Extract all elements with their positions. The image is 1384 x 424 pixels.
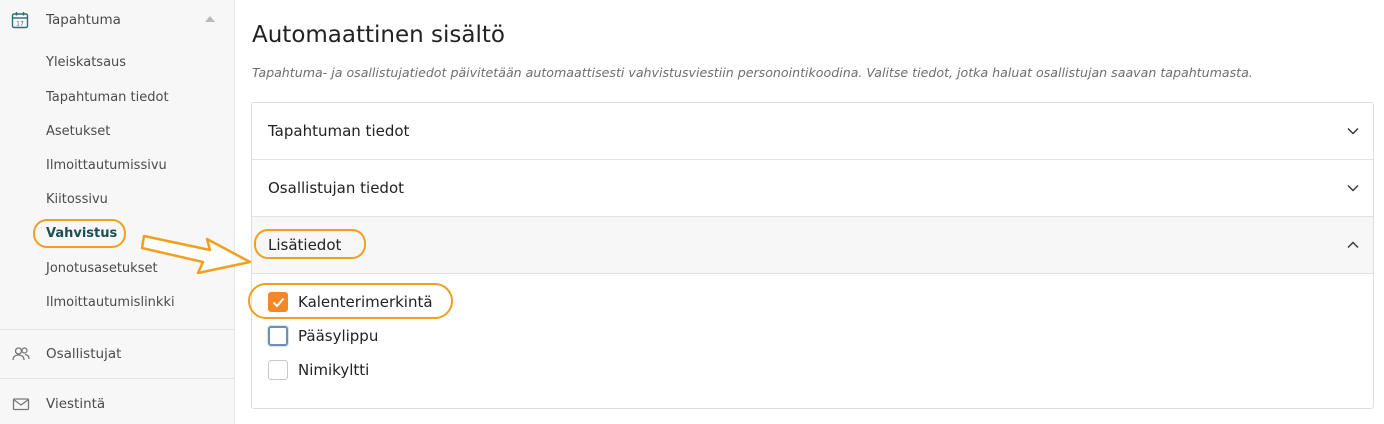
sidebar-divider: [0, 378, 234, 379]
chevron-up-icon[interactable]: [205, 16, 215, 22]
accordion-osallistujan-tiedot[interactable]: Osallistujan tiedot: [252, 160, 1373, 217]
chevron-up-icon: [1346, 237, 1360, 251]
users-icon: [12, 346, 30, 362]
calendar-icon: 17: [11, 11, 29, 29]
svg-text:17: 17: [16, 20, 24, 27]
sidebar-item-label: Viestintä: [46, 396, 106, 412]
accordion-label: Osallistujan tiedot: [268, 179, 405, 197]
sidebar-item-osallistujat[interactable]: Osallistujat: [0, 330, 234, 378]
sidebar-item-yleiskatsaus[interactable]: Yleiskatsaus: [46, 55, 126, 70]
checkbox-paasylippu[interactable]: [268, 326, 288, 346]
option-kalenterimerkinta[interactable]: Kalenterimerkintä: [268, 292, 668, 314]
sidebar-section-label: Tapahtuma: [46, 12, 121, 28]
option-label: Nimikyltti: [298, 361, 370, 379]
checkbox-kalenterimerkinta[interactable]: [268, 292, 288, 312]
accordion-label: Tapahtuman tiedot: [268, 122, 410, 140]
page-title: Automaattinen sisältö: [252, 22, 505, 48]
sidebar-item-viestinta[interactable]: Viestintä: [0, 380, 234, 424]
accordion-lisatiedot[interactable]: Lisätiedot: [252, 217, 1373, 274]
chevron-down-icon: [1346, 180, 1360, 194]
sidebar-item-vahvistus[interactable]: Vahvistus: [46, 226, 117, 241]
sidebar-item-kiitossivu[interactable]: Kiitossivu: [46, 192, 108, 207]
sidebar-item-tapahtuman-tiedot[interactable]: Tapahtuman tiedot: [46, 90, 169, 105]
sidebar-item-asetukset[interactable]: Asetukset: [46, 124, 110, 139]
sidebar-section-tapahtuma[interactable]: 17 Tapahtuma: [0, 0, 234, 42]
option-label: Kalenterimerkintä: [298, 293, 433, 311]
option-label: Pääsylippu: [298, 327, 379, 345]
page-description: Tapahtuma- ja osallistujatiedot päivitet…: [252, 65, 1253, 80]
mail-icon: [12, 396, 30, 412]
accordion-label: Lisätiedot: [268, 236, 342, 254]
sidebar-item-ilmoittautumissivu[interactable]: Ilmoittautumissivu: [46, 158, 167, 173]
sidebar-item-label: Osallistujat: [46, 346, 122, 362]
sidebar-item-ilmoittautumislinkki[interactable]: Ilmoittautumislinkki: [46, 295, 175, 310]
checkbox-nimikyltti[interactable]: [268, 360, 288, 380]
option-paasylippu[interactable]: Pääsylippu: [268, 326, 668, 348]
chevron-down-icon: [1346, 123, 1360, 137]
annotation-arrow-icon: [140, 234, 252, 275]
option-nimikyltti[interactable]: Nimikyltti: [268, 360, 668, 382]
accordion-tapahtuman-tiedot[interactable]: Tapahtuman tiedot: [252, 103, 1373, 160]
content-accordion: Tapahtuman tiedot Osallistujan tiedot Li…: [251, 102, 1374, 409]
sidebar: 17 Tapahtuma Yleiskatsaus Tapahtuman tie…: [0, 0, 235, 424]
